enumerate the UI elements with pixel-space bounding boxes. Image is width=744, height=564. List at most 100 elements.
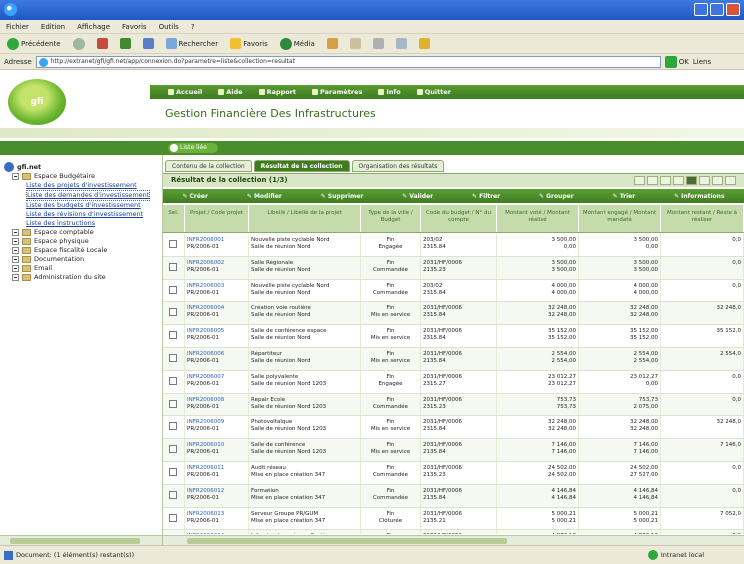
row-select-checkbox[interactable] — [169, 285, 177, 294]
row-checkbox[interactable] — [163, 325, 185, 347]
table-row[interactable]: INFR2006005 PR/2006-01 Salle de conférence… — [163, 325, 744, 348]
tree-group-admin[interactable]: Administration du site — [12, 273, 150, 282]
create-button[interactable]: Créer — [182, 193, 208, 200]
last-page-icon[interactable] — [673, 176, 684, 185]
go-button[interactable]: OK — [664, 55, 689, 68]
mail-button[interactable] — [347, 37, 364, 50]
nav-logout[interactable]: Quitter — [417, 88, 451, 96]
tree-item-revisions[interactable]: Liste des révisions d'investissement — [26, 210, 150, 219]
menu-help[interactable]: ? — [191, 23, 195, 31]
row-checkbox[interactable] — [163, 393, 185, 416]
table-row[interactable]: INFR2006009 PR/2006-01 Photovoltaïque Salle… — [163, 416, 744, 440]
info-button[interactable]: Informations — [674, 193, 724, 200]
table-row[interactable]: INFR2006003 PR/2006-01 Nouvelle piste cycl… — [163, 279, 744, 303]
nav-info[interactable]: Info — [378, 88, 400, 96]
stop-button[interactable] — [94, 37, 111, 50]
prev-page-icon[interactable] — [647, 176, 658, 185]
row-checkbox[interactable] — [163, 234, 185, 256]
edit-button[interactable] — [393, 37, 410, 50]
tree-item-instructions[interactable]: Liste des instructions — [26, 219, 150, 228]
row-checkbox[interactable] — [163, 256, 185, 279]
row-checkbox[interactable] — [163, 484, 185, 507]
row-checkbox[interactable] — [163, 416, 185, 439]
row-checkbox[interactable] — [163, 370, 185, 393]
minimize-button[interactable] — [694, 3, 708, 16]
history-button[interactable] — [324, 37, 341, 50]
search-button[interactable]: Rechercher — [163, 37, 222, 50]
tree-item-label[interactable]: Liste des budgets d'investissement — [26, 201, 141, 210]
menu-view[interactable]: Affichage — [77, 23, 110, 31]
table-row[interactable]: INFR2006011 PR/2006-01 Audit réseau Mise en… — [163, 461, 744, 485]
row-select-checkbox[interactable] — [169, 308, 177, 317]
row-select-checkbox[interactable] — [169, 399, 177, 408]
forward-button[interactable] — [70, 37, 88, 51]
menu-file[interactable]: Fichier — [6, 23, 29, 31]
address-input[interactable]: http://extranet/gfi/gfi.net/app/connexio… — [35, 55, 661, 68]
tree-group-docs[interactable]: Documentation — [12, 255, 150, 264]
table-row[interactable]: INFR2006014PR/2006-01Infrastructure rése… — [163, 530, 744, 534]
tree-group-physical[interactable]: Espace physique — [12, 237, 150, 246]
tab-collection-content[interactable]: Contenu de la collection — [165, 160, 252, 172]
col-header-engaged[interactable]: Montant engagé / Montant mandaté — [579, 205, 661, 232]
validate-button[interactable]: Valider — [402, 193, 433, 200]
row-select-checkbox[interactable] — [169, 240, 177, 248]
row-select-checkbox[interactable] — [169, 513, 177, 522]
row-select-checkbox[interactable] — [169, 331, 177, 340]
col-header-select[interactable]: Sel. — [163, 205, 185, 232]
table-row[interactable]: INFR2006001 PR/2006-01 Nouvelle piste cycl… — [163, 234, 744, 257]
nav-report[interactable]: Rapport — [259, 88, 296, 96]
filter-button[interactable]: Filtrer — [472, 193, 500, 200]
row-select-checkbox[interactable] — [169, 422, 177, 431]
next-page-icon[interactable] — [660, 176, 671, 185]
row-checkbox[interactable] — [163, 530, 185, 534]
row-checkbox[interactable] — [163, 461, 185, 484]
col-header-voted[interactable]: Montant voté / Montant réalisé — [497, 205, 579, 232]
tab-result-organisation[interactable]: Organisation des résultats — [351, 160, 445, 172]
sidebar-scrollbar[interactable] — [0, 535, 162, 545]
row-checkbox[interactable] — [163, 439, 185, 461]
table-row[interactable]: INFR2006006 PR/2006-01 Répartiteur Salle de… — [163, 347, 744, 371]
table-horizontal-scrollbar[interactable] — [163, 535, 744, 545]
favorites-button[interactable]: Favoris — [227, 37, 271, 50]
col-header-remaining[interactable]: Montant restant / Reste à réaliser — [661, 205, 744, 232]
modify-button[interactable]: Modifier — [247, 193, 282, 200]
col-header-project[interactable]: Projet / Code projet — [185, 205, 249, 232]
table-row[interactable]: INFR2006010 PR/2006-01 Salle de conférence… — [163, 439, 744, 462]
table-row[interactable]: INFR2006007 PR/2006-01 Salle polyvalente Sa… — [163, 370, 744, 394]
app-logo[interactable]: gfi — [8, 79, 66, 125]
tree-group-email[interactable]: Email — [12, 264, 150, 273]
first-page-icon[interactable] — [634, 176, 645, 185]
table-row[interactable]: INFR2006012 PR/2006-01 Formation Mise en pl… — [163, 484, 744, 508]
links-label[interactable]: Liens — [693, 58, 711, 66]
tree-group-tax[interactable]: Espace fiscalité Locale — [12, 246, 150, 255]
nav-help[interactable]: Aide — [218, 88, 242, 96]
row-checkbox[interactable] — [163, 507, 185, 530]
tree-item-requests[interactable]: Liste des demandes d'investissement — [26, 190, 151, 201]
grid-icon[interactable] — [712, 176, 723, 185]
tree-item-label[interactable]: Liste des révisions d'investissement — [26, 210, 143, 219]
row-select-checkbox[interactable] — [169, 376, 177, 385]
tree-item-label[interactable]: Liste des demandes d'investissement — [26, 190, 151, 201]
table-row[interactable]: INFR2006002 PR/2006-01 Salle Régionale Sall… — [163, 256, 744, 280]
tree-item-label[interactable]: Liste des projets d'investissement — [26, 181, 137, 190]
nav-home[interactable]: Accueil — [168, 88, 202, 96]
linked-list-badge[interactable]: Liste liée — [168, 143, 218, 153]
refresh-button[interactable] — [117, 37, 134, 50]
messenger-button[interactable] — [416, 37, 433, 50]
tree-root[interactable]: gfi.net — [4, 162, 150, 172]
tab-collection-result[interactable]: Résultat de la collection — [253, 160, 350, 172]
table-row[interactable]: INFR2006008 PR/2006-01 Repair Ecole Salle d… — [163, 393, 744, 417]
print-icon[interactable] — [699, 176, 710, 185]
table-row[interactable]: INFR2006013 PR/2006-01 Serveur Groupe PR/G… — [163, 507, 744, 531]
col-header-type[interactable]: Type de la ville / Budget — [361, 205, 421, 232]
menu-favorites[interactable]: Favoris — [122, 23, 147, 31]
print-button[interactable] — [370, 37, 387, 50]
delete-button[interactable]: Supprimer — [321, 193, 363, 200]
nav-settings[interactable]: Paramètres — [312, 88, 362, 96]
tree-item-label[interactable]: Liste des instructions — [26, 219, 95, 228]
row-select-checkbox[interactable] — [169, 490, 177, 499]
back-button[interactable]: Précédente — [4, 37, 64, 51]
media-button[interactable]: Média — [277, 37, 318, 51]
close-button[interactable] — [726, 3, 740, 16]
group-button[interactable]: Grouper — [539, 193, 574, 200]
